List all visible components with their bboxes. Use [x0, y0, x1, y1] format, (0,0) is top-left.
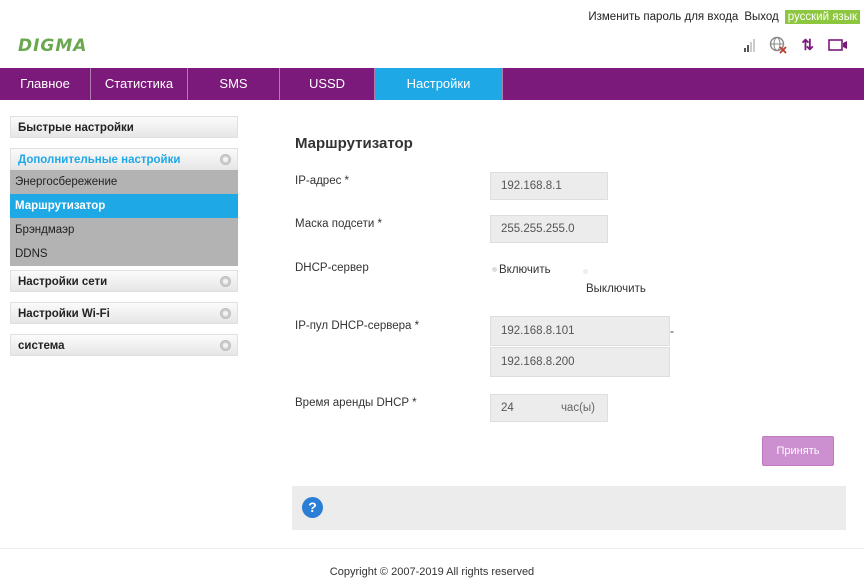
copyright-text: Copyright © 2007-2019 All rights reserve… — [329, 566, 535, 578]
pool-range-dash: - — [670, 324, 674, 338]
main-nav: Главное Статистика SMS USSD Настройки — [0, 68, 864, 100]
sidebar-wifi-label: Настройки Wi-Fi — [18, 308, 110, 320]
lease-time-value: 24 — [501, 402, 514, 414]
tab-ussd[interactable]: USSD — [280, 68, 375, 100]
sidebar-item-router[interactable]: Маршрутизатор — [10, 194, 238, 218]
dhcp-pool-start-field[interactable]: 192.168.8.101 — [490, 316, 670, 346]
expand-icon[interactable] — [220, 276, 231, 287]
subnet-mask-label: Маска подсети * — [295, 218, 382, 230]
dhcp-server-label: DHCP-сервер — [295, 262, 369, 274]
sidebar-wifi-settings[interactable]: Настройки Wi-Fi — [10, 302, 238, 324]
sms-icon[interactable] — [828, 38, 848, 52]
lease-time-unit: час(ы) — [560, 402, 595, 414]
dhcp-enable-label: Включить — [499, 264, 551, 276]
logout-link[interactable]: Выход — [744, 11, 778, 23]
sidebar-network-settings[interactable]: Настройки сети — [10, 270, 238, 292]
sidebar-system-label: система — [18, 340, 65, 352]
digma-logo: DIGMA — [18, 36, 88, 56]
advanced-submenu: Энергосбережение Маршрутизатор Брэндмаэр… — [10, 170, 238, 266]
status-icons: ⇅ — [744, 36, 848, 54]
collapse-icon[interactable] — [220, 154, 231, 165]
language-selector[interactable]: русский язык — [784, 10, 860, 24]
dhcp-enable-radio[interactable]: Включить — [492, 264, 551, 276]
sidebar: Быстрые настройки Дополнительные настрой… — [10, 116, 238, 366]
tab-statistics[interactable]: Статистика — [91, 68, 188, 100]
footer-divider — [0, 548, 864, 549]
sidebar-network-label: Настройки сети — [18, 276, 108, 288]
expand-icon[interactable] — [220, 308, 231, 319]
tab-main[interactable]: Главное — [0, 68, 91, 100]
sidebar-advanced-label: Дополнительные настройки — [18, 154, 181, 166]
lease-time-label: Время аренды DHCP * — [295, 397, 417, 409]
dhcp-pool-end-field[interactable]: 192.168.8.200 — [490, 347, 670, 377]
sidebar-quick-settings[interactable]: Быстрые настройки — [10, 116, 238, 138]
top-links: Изменить пароль для входа Выход русский … — [588, 10, 860, 24]
sidebar-item-ddns[interactable]: DDNS — [10, 242, 238, 266]
dhcp-pool-label: IP-пул DHCP-сервера * — [295, 320, 420, 332]
sidebar-item-firewall[interactable]: Брэндмаэр — [10, 218, 238, 242]
radio-dot-icon — [583, 269, 588, 275]
help-icon[interactable]: ? — [302, 497, 323, 518]
expand-icon[interactable] — [220, 340, 231, 351]
data-transfer-icon: ⇅ — [801, 37, 814, 54]
sidebar-advanced-settings[interactable]: Дополнительные настройки — [10, 148, 238, 170]
signal-strength-icon — [744, 38, 756, 52]
tab-settings[interactable]: Настройки — [375, 68, 503, 100]
dhcp-disable-label: Выключить — [586, 283, 646, 295]
sidebar-system[interactable]: система — [10, 334, 238, 356]
lease-time-field[interactable]: 24 час(ы) — [490, 394, 608, 422]
help-bar: ? — [292, 486, 846, 530]
apply-button[interactable]: Принять — [762, 436, 834, 466]
dhcp-disable-radio[interactable] — [583, 266, 590, 278]
tab-sms[interactable]: SMS — [188, 68, 280, 100]
change-password-link[interactable]: Изменить пароль для входа — [588, 11, 738, 23]
ip-address-label: IP-адрес * — [295, 175, 350, 187]
radio-dot-icon — [492, 267, 497, 273]
subnet-mask-field[interactable]: 255.255.255.0 — [490, 215, 608, 243]
ip-address-field[interactable]: 192.168.8.1 — [490, 172, 608, 200]
internet-disconnected-icon — [770, 36, 788, 54]
sidebar-item-power-saving[interactable]: Энергосбережение — [10, 170, 238, 194]
page-title: Маршрутизатор — [295, 135, 413, 152]
